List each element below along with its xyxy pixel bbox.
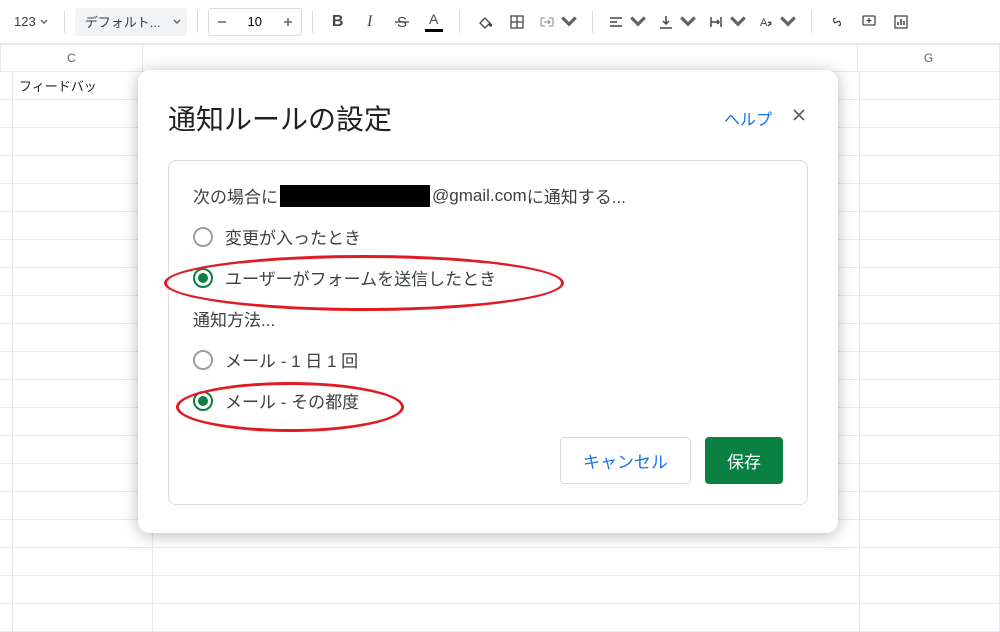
radio-form-submitted[interactable]: ユーザーがフォームを送信したとき: [193, 265, 783, 290]
font-size-controls: [208, 8, 302, 36]
table-row: [0, 548, 1000, 576]
radio-indicator: [193, 227, 213, 247]
comment-plus-icon: [860, 13, 878, 31]
column-header[interactable]: G: [858, 45, 1000, 71]
column-header[interactable]: C: [1, 45, 143, 71]
fill-icon: [476, 13, 494, 31]
radio-indicator: [193, 268, 213, 288]
text-color-swatch: [425, 29, 443, 32]
radio-changes-made[interactable]: 変更が入ったとき: [193, 224, 783, 249]
redacted-email: [280, 185, 430, 207]
close-button[interactable]: [790, 106, 808, 130]
v-align-icon: [657, 13, 675, 31]
caret-down-icon: [560, 13, 578, 31]
radio-label: メール - 1 日 1 回: [225, 347, 358, 372]
radio-label: メール - その都度: [225, 388, 359, 413]
merge-icon: [538, 13, 556, 31]
font-label: デフォルト...: [85, 12, 161, 31]
svg-text:A: A: [760, 17, 768, 29]
wrap-text-button[interactable]: [703, 7, 751, 37]
v-align-button[interactable]: [653, 7, 701, 37]
save-button[interactable]: 保存: [705, 437, 783, 484]
separator: [312, 11, 313, 33]
separator: [64, 11, 65, 33]
rotate-icon: A: [757, 13, 775, 31]
comment-button[interactable]: [854, 7, 884, 37]
help-link[interactable]: ヘルプ: [724, 106, 772, 130]
merge-cells-button[interactable]: [534, 7, 582, 37]
caret-down-icon: [629, 13, 647, 31]
h-align-button[interactable]: [603, 7, 651, 37]
radio-daily-digest[interactable]: メール - 1 日 1 回: [193, 347, 783, 372]
caret-down-icon: [173, 18, 181, 26]
caret-down-icon: [40, 18, 48, 26]
cell[interactable]: フィードバッ: [13, 72, 153, 99]
column-headers: C G: [0, 44, 1000, 72]
chart-button[interactable]: [886, 7, 916, 37]
cell[interactable]: [0, 72, 13, 99]
text-rotate-button[interactable]: A: [753, 7, 801, 37]
italic-button[interactable]: I: [355, 7, 385, 37]
font-size-input[interactable]: [235, 9, 275, 35]
strikethrough-icon: S: [393, 13, 411, 31]
link-button[interactable]: [822, 7, 852, 37]
format-label: 123: [14, 14, 36, 29]
borders-button[interactable]: [502, 7, 532, 37]
notification-rules-dialog: 通知ルールの設定 ヘルプ 次の場合に @gmail.com に通知する... 変…: [138, 70, 838, 533]
separator: [811, 11, 812, 33]
cell[interactable]: [860, 72, 1000, 99]
bold-button[interactable]: B: [323, 7, 353, 37]
radio-indicator: [193, 391, 213, 411]
radio-label: 変更が入ったとき: [225, 224, 361, 249]
link-icon: [828, 13, 846, 31]
separator: [459, 11, 460, 33]
format-dropdown[interactable]: 123: [4, 8, 54, 36]
decrease-size-button[interactable]: [209, 9, 235, 35]
text-color-button[interactable]: A: [419, 7, 449, 37]
caret-down-icon: [779, 13, 797, 31]
borders-icon: [508, 13, 526, 31]
radio-right-away[interactable]: メール - その都度: [193, 388, 783, 413]
cancel-button[interactable]: キャンセル: [560, 437, 691, 484]
strikethrough-button[interactable]: S: [387, 7, 417, 37]
chart-icon: [892, 13, 910, 31]
dialog-title: 通知ルールの設定: [168, 98, 392, 138]
radio-label: ユーザーがフォームを送信したとき: [225, 265, 496, 290]
font-dropdown[interactable]: デフォルト...: [75, 8, 187, 36]
column-header[interactable]: [143, 45, 858, 71]
radio-indicator: [193, 350, 213, 370]
dialog-body: 次の場合に @gmail.com に通知する... 変更が入ったとき ユーザーが…: [168, 160, 808, 505]
close-icon: [790, 106, 808, 124]
separator: [592, 11, 593, 33]
plus-icon: [282, 16, 294, 28]
wrap-icon: [707, 13, 725, 31]
table-row: [0, 576, 1000, 604]
notification-method-label: 通知方法...: [193, 306, 783, 331]
notify-when-label: 次の場合に @gmail.com に通知する...: [193, 183, 783, 208]
align-left-icon: [607, 13, 625, 31]
caret-down-icon: [679, 13, 697, 31]
caret-down-icon: [729, 13, 747, 31]
increase-size-button[interactable]: [275, 9, 301, 35]
toolbar: 123 デフォルト... B I S A: [0, 0, 1000, 44]
table-row: [0, 604, 1000, 632]
separator: [197, 11, 198, 33]
fill-color-button[interactable]: [470, 7, 500, 37]
minus-icon: [216, 16, 228, 28]
